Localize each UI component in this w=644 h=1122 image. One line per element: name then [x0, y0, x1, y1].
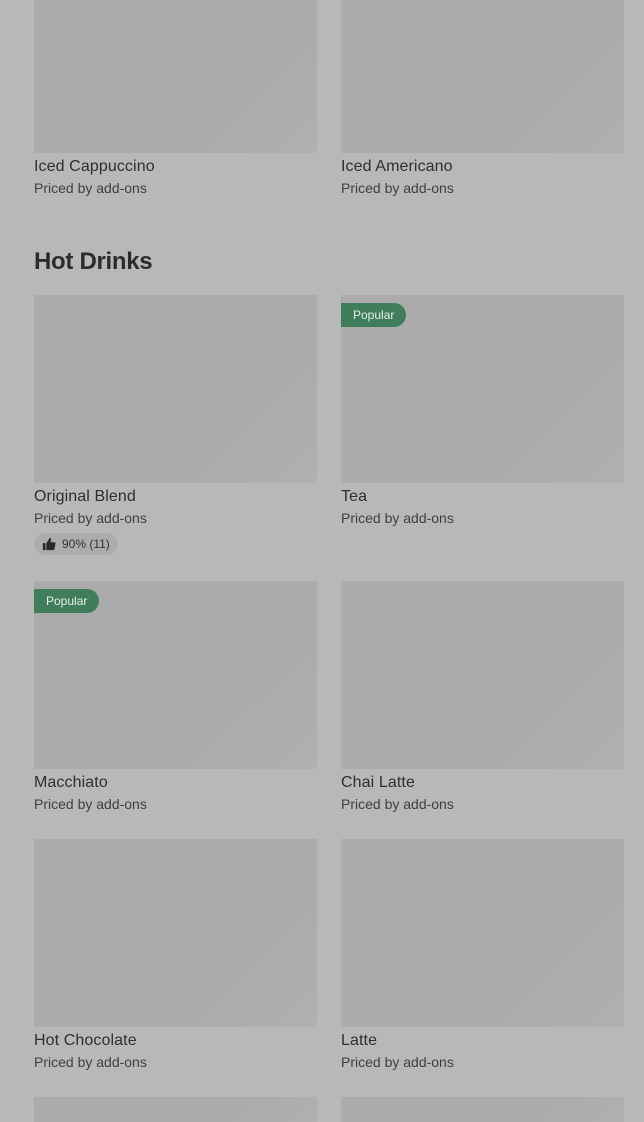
item-price: Priced by add-ons [341, 180, 454, 196]
item-name: Original Blend [34, 488, 136, 505]
menu-item-next-partial[interactable] [34, 1097, 317, 1122]
item-price: Priced by add-ons [34, 510, 147, 526]
item-name: Hot Chocolate [34, 1032, 137, 1049]
menu-item-iced-cappuccino[interactable]: Iced Cappuccino Priced by add-ons [34, 0, 317, 197]
item-image[interactable] [34, 839, 317, 1027]
popular-badge: Popular [341, 303, 407, 327]
menu-item-tea[interactable]: Popular Tea Priced by add-ons [341, 295, 624, 527]
item-image[interactable] [341, 839, 624, 1027]
item-image[interactable] [341, 1097, 624, 1122]
menu-item-chai-latte[interactable]: Chai Latte Priced by add-ons [341, 581, 624, 813]
item-price: Priced by add-ons [34, 180, 147, 196]
menu-item-macchiato[interactable]: Popular Macchiato Priced by add-ons [34, 581, 317, 813]
section-title-hot-drinks: Hot Drinks [34, 248, 153, 275]
menu-item-latte[interactable]: Latte Priced by add-ons [341, 839, 624, 1071]
item-name: Iced Americano [341, 158, 453, 175]
popular-badge: Popular [34, 589, 100, 613]
item-image[interactable] [34, 1097, 317, 1122]
item-name: Chai Latte [341, 774, 415, 791]
item-price: Priced by add-ons [34, 1054, 147, 1070]
item-name: Latte [341, 1032, 378, 1049]
menu-item-iced-americano[interactable]: Iced Americano Priced by add-ons [341, 0, 624, 197]
item-price: Priced by add-ons [341, 1054, 454, 1070]
item-price: Priced by add-ons [341, 796, 454, 812]
menu-item-hot-chocolate[interactable]: Hot Chocolate Priced by add-ons [34, 839, 317, 1071]
item-price: Priced by add-ons [34, 796, 147, 812]
rating-pill: 90% (11) [34, 533, 118, 555]
item-name: Tea [341, 488, 368, 505]
item-image[interactable]: Popular [341, 295, 624, 483]
item-image[interactable] [341, 581, 624, 769]
menu-item-next-partial[interactable] [341, 1097, 624, 1122]
thumbs-up-icon [42, 537, 56, 551]
item-image[interactable] [34, 295, 317, 483]
menu-item-original-blend[interactable]: Original Blend Priced by add-ons 90% (11… [34, 295, 317, 556]
item-name: Macchiato [34, 774, 108, 791]
item-image[interactable] [34, 0, 317, 153]
item-image[interactable] [341, 0, 624, 153]
rating-text: 90% (11) [62, 537, 110, 551]
item-name: Iced Cappuccino [34, 158, 155, 175]
item-price: Priced by add-ons [341, 510, 454, 526]
item-image[interactable]: Popular [34, 581, 317, 769]
